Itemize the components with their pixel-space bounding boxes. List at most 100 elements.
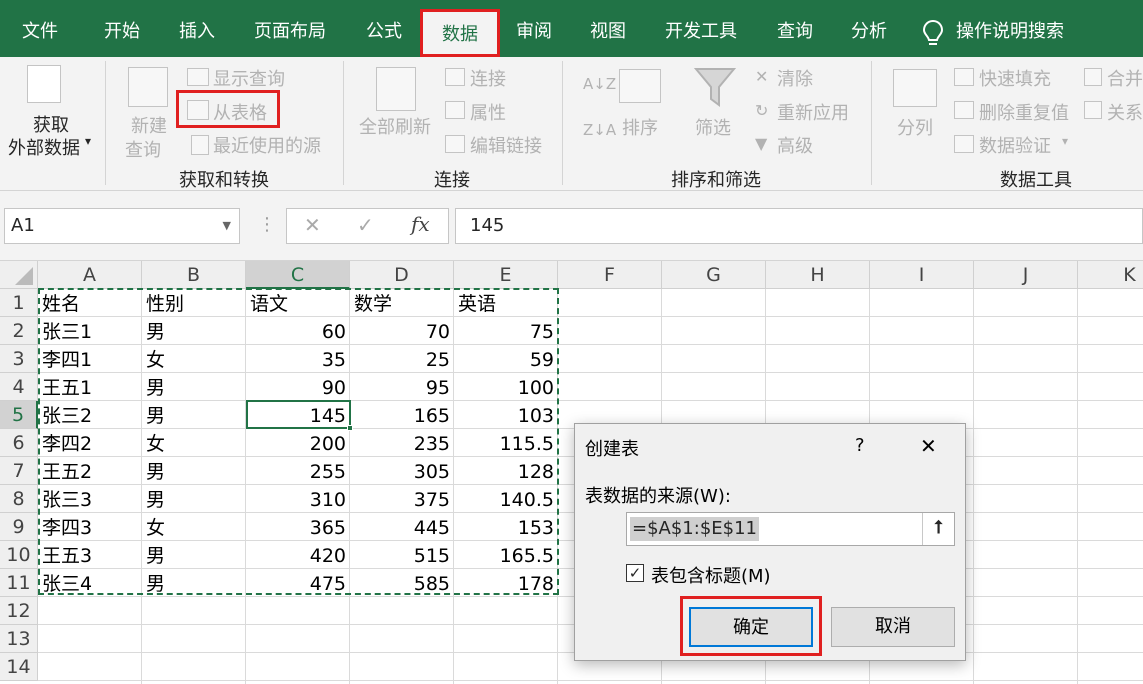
sort-button[interactable]: 排序 [622, 114, 658, 140]
recent-sources-button[interactable]: 最近使用的源 [213, 132, 321, 158]
group-label-connections: 连接 [434, 170, 470, 191]
active-cell-c5[interactable] [246, 400, 351, 429]
select-all-corner[interactable] [0, 261, 38, 289]
group-separator [562, 61, 563, 185]
row-header-7[interactable]: 7 [0, 457, 38, 485]
flash-fill-icon [954, 68, 974, 86]
tab-review[interactable]: 审阅 [516, 0, 552, 57]
source-label: 表数据的来源(W): [585, 486, 731, 507]
ok-button[interactable]: 确定 [689, 607, 813, 647]
column-header-k[interactable]: K [1078, 261, 1143, 289]
column-header-d[interactable]: D [350, 261, 454, 289]
new-query-icon [128, 67, 168, 107]
column-header-i[interactable]: I [870, 261, 974, 289]
show-queries-button[interactable]: 显示查询 [213, 65, 285, 91]
row-header-11[interactable]: 11 [0, 569, 38, 597]
column-header-g[interactable]: G [662, 261, 766, 289]
has-headers-label[interactable]: 表包含标题(M) [651, 562, 771, 588]
drag-handle-icon[interactable]: ⋮ [258, 214, 276, 235]
row-header-14[interactable]: 14 [0, 653, 38, 681]
tab-file[interactable]: 文件 [22, 0, 58, 57]
properties-icon [445, 101, 465, 119]
tab-insert[interactable]: 插入 [179, 0, 215, 57]
refresh-all-button[interactable]: 全部刷新 [359, 113, 431, 139]
remove-duplicates-icon [954, 101, 974, 119]
properties-button[interactable]: 属性 [470, 99, 506, 125]
flash-fill-button[interactable]: 快速填充 [979, 65, 1051, 91]
row-header-4[interactable]: 4 [0, 373, 38, 401]
row-header-8[interactable]: 8 [0, 485, 38, 513]
close-icon[interactable]: ✕ [920, 434, 937, 458]
table-range-marquee [38, 288, 559, 595]
confirm-entry-icon[interactable]: ✓ [357, 213, 374, 237]
column-header-j[interactable]: J [974, 261, 1078, 289]
lightbulb-icon [922, 19, 944, 49]
text-to-columns-button[interactable]: 分列 [897, 114, 933, 140]
chevron-down-icon[interactable]: ▼ [223, 209, 231, 243]
sort-za-icon[interactable]: Z↓A [583, 121, 616, 139]
row-header-5[interactable]: 5 [0, 401, 38, 429]
clear-filter-icon: ✕ [755, 67, 769, 86]
tab-page-layout[interactable]: 页面布局 [254, 0, 326, 57]
tab-view[interactable]: 视图 [590, 0, 626, 57]
has-headers-checkbox[interactable]: ✓ [626, 564, 644, 582]
row-header-13[interactable]: 13 [0, 625, 38, 653]
name-box-value: A1 [11, 215, 35, 236]
tell-me-search[interactable]: 操作说明搜索 [956, 0, 1064, 57]
reapply-button[interactable]: 重新应用 [777, 99, 849, 125]
consolidate-icon [1084, 68, 1102, 86]
column-header-h[interactable]: H [766, 261, 870, 289]
row-header-9[interactable]: 9 [0, 513, 38, 541]
filter-button[interactable]: 筛选 [695, 114, 731, 140]
group-label-get-transform: 获取和转换 [179, 170, 269, 191]
column-header-c[interactable]: C [246, 261, 350, 289]
show-queries-icon [187, 68, 209, 86]
column-header-b[interactable]: B [142, 261, 246, 289]
remove-duplicates-button[interactable]: 删除重复值 [979, 99, 1069, 125]
dropdown-arrow-icon: ▾ [85, 134, 92, 148]
fill-handle[interactable] [347, 425, 353, 431]
advanced-button[interactable]: 高级 [777, 132, 813, 158]
insert-function-icon[interactable]: fx [411, 212, 430, 236]
get-external-data-line2[interactable]: 外部数据 [8, 134, 80, 160]
tab-data[interactable]: 数据 [420, 9, 500, 57]
tab-developer[interactable]: 开发工具 [665, 0, 737, 57]
clear-button[interactable]: 清除 [777, 65, 813, 91]
row-header-2[interactable]: 2 [0, 317, 38, 345]
tab-home[interactable]: 开始 [104, 0, 140, 57]
edit-links-icon [445, 135, 465, 153]
row-header-12[interactable]: 12 [0, 597, 38, 625]
external-data-icon [27, 65, 61, 103]
connections-icon [445, 68, 465, 86]
consolidate-button[interactable]: 合并 [1107, 65, 1143, 91]
column-header-f[interactable]: F [558, 261, 662, 289]
filter-icon [693, 67, 737, 111]
formula-input[interactable]: 145 [455, 208, 1143, 244]
sort-icon [619, 69, 661, 103]
row-header-10[interactable]: 10 [0, 541, 38, 569]
group-separator [105, 61, 106, 185]
help-icon[interactable]: ? [855, 435, 865, 456]
cancel-button[interactable]: 取消 [831, 607, 955, 647]
tab-analyze[interactable]: 分析 [851, 0, 887, 57]
new-query-line2[interactable]: 查询 [125, 136, 161, 162]
collapse-dialog-icon[interactable]: ⭡ [922, 513, 954, 545]
cancel-entry-icon[interactable]: ✕ [304, 213, 321, 237]
range-input[interactable]: =$A$1:$E$11 ⭡ [626, 512, 955, 546]
tab-query[interactable]: 查询 [777, 0, 813, 57]
row-header-1[interactable]: 1 [0, 289, 38, 317]
edit-links-button[interactable]: 编辑链接 [470, 132, 542, 158]
column-header-a[interactable]: A [38, 261, 142, 289]
row-header-6[interactable]: 6 [0, 429, 38, 457]
group-separator [871, 61, 872, 185]
connections-button[interactable]: 连接 [470, 65, 506, 91]
tab-formulas[interactable]: 公式 [366, 0, 402, 57]
row-header-3[interactable]: 3 [0, 345, 38, 373]
relationships-button[interactable]: 关系 [1107, 99, 1143, 125]
new-query-line1[interactable]: 新建 [131, 112, 167, 138]
sort-az-icon[interactable]: A↓Z [583, 75, 616, 93]
refresh-all-icon [376, 67, 416, 111]
data-validation-button[interactable]: 数据验证 [979, 132, 1051, 158]
column-header-e[interactable]: E [454, 261, 558, 289]
name-box[interactable]: A1 ▼ [4, 208, 240, 244]
